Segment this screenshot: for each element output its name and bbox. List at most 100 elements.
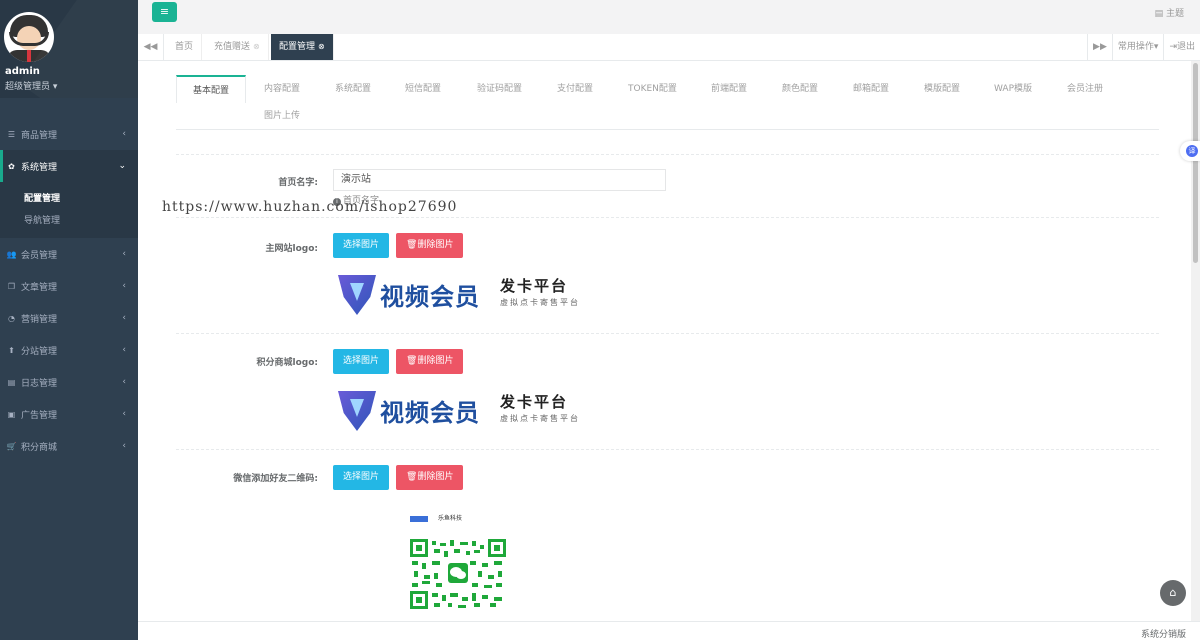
watermark-text: https://www.huzhan.com/ishop27690 (162, 199, 458, 215)
subtab-email[interactable]: 邮箱配置 (853, 75, 889, 103)
section-divider (176, 449, 1159, 450)
company-logo-icon (410, 515, 428, 522)
tab-config-management[interactable]: 配置管理 ⊗ (271, 34, 334, 60)
main-logo-label: 主网站logo: (265, 244, 319, 254)
chevron-left-icon: ‹ (122, 281, 126, 291)
logout-label: 退出 (1176, 42, 1195, 52)
subtab-token[interactable]: TOKEN配置 (628, 75, 677, 103)
sidebar-item-marketing[interactable]: ◔ 营销管理 ‹ (0, 302, 138, 334)
close-icon[interactable]: ⊗ (318, 34, 325, 60)
avatar[interactable] (4, 12, 54, 62)
subtab-captcha[interactable]: 验证码配置 (477, 75, 522, 103)
sidebar-submenu: 配置管理 导航管理 (0, 182, 138, 238)
sidebar-item-ads[interactable]: ▣ 广告管理 ‹ (0, 398, 138, 430)
button-label: 删除图片 (417, 356, 454, 366)
points-logo-delete-button[interactable]: 🗑删除图片 (396, 349, 464, 374)
subtab-frontend[interactable]: 前端配置 (711, 75, 747, 103)
translate-widget[interactable]: 译 (1180, 141, 1200, 161)
caret-down-icon: ▾ (52, 82, 58, 92)
subtab-system[interactable]: 系统配置 (335, 75, 371, 103)
user-name: admin (5, 66, 40, 77)
sidebar-subitem-nav[interactable]: 导航管理 (0, 210, 138, 232)
tab-home[interactable]: 首页 (167, 34, 203, 60)
subtab-sms[interactable]: 短信配置 (405, 75, 441, 103)
profile-panel: admin 超级管理员 ▾ (0, 0, 138, 98)
wechat-qr-select-button[interactable]: 选择图片 (333, 465, 390, 490)
pie-chart-icon: ◔ (8, 313, 15, 323)
sidebar-item-articles[interactable]: ❐ 文章管理 ‹ (0, 270, 138, 302)
sidebar-item-label: 广告管理 (21, 410, 58, 421)
users-icon: 👥 (6, 249, 17, 259)
button-label: 删除图片 (417, 240, 454, 250)
points-logo-select-button[interactable]: 选择图片 (333, 349, 390, 374)
subtab-basic[interactable]: 基本配置 (176, 75, 247, 103)
theme-icon: ▤ (1154, 9, 1164, 19)
logo-shield-icon (338, 391, 376, 431)
sidebar-item-goods[interactable]: ☰ 商品管理 ‹ (0, 118, 138, 150)
subtab-templates[interactable]: 模版配置 (924, 75, 960, 103)
top-bar: ≡ ▤ 主题 (138, 0, 1200, 34)
logo-text-sub: 虚拟点卡寄售平台 (500, 298, 580, 307)
logo-text-sub: 虚拟点卡寄售平台 (500, 414, 580, 423)
button-label: 删除图片 (417, 472, 454, 482)
sidebar-item-logs[interactable]: ▤ 日志管理 ‹ (0, 366, 138, 398)
trash-icon: 🗑 (406, 356, 418, 366)
sidebar-item-label: 会员管理 (21, 250, 58, 261)
common-actions-dropdown[interactable]: 常用操作▾ (1111, 34, 1164, 60)
sidebar-item-substations[interactable]: ⬆ 分站管理 ‹ (0, 334, 138, 366)
logo-text-side: 发卡平台 (500, 393, 569, 411)
subtab-colors[interactable]: 颜色配置 (782, 75, 818, 103)
theme-button[interactable]: ▤ 主题 (1155, 6, 1184, 19)
sidebar-item-label: 营销管理 (21, 314, 58, 325)
qr-header: 乐鱼科技 (410, 513, 462, 522)
tabs-right-controls: ▶▶ 常用操作▾ ⇥退出 (1087, 34, 1200, 60)
close-icon[interactable]: ⊗ (253, 34, 260, 60)
list-icon: ☰ (7, 129, 16, 139)
user-role-dropdown[interactable]: 超级管理员 ▾ (5, 79, 57, 92)
logo-shield-icon (338, 275, 376, 315)
chevron-left-icon: ‹ (122, 249, 126, 259)
sidebar-item-label: 积分商城 (21, 442, 58, 453)
home-float-button[interactable]: ⌂ (1160, 580, 1186, 606)
section-divider (176, 333, 1159, 334)
sidebar-subitem-config[interactable]: 配置管理 (0, 188, 138, 210)
sidebar-menu: ☰ 商品管理 ‹ ✿ 系统管理 ⌄ 配置管理 导航管理 👥 会员管理 ‹ ❐ 文章管理 ‹ ◔ 营… (0, 118, 138, 462)
trash-icon: 🗑 (406, 240, 418, 250)
main-logo-delete-button[interactable]: 🗑删除图片 (396, 233, 464, 258)
sidebar-item-label: 商品管理 (21, 130, 58, 141)
subtab-member-register[interactable]: 会员注册 (1067, 75, 1103, 103)
site-name-input[interactable]: 演示站 (333, 169, 666, 191)
sidebar-item-members[interactable]: 👥 会员管理 ‹ (0, 238, 138, 270)
chevron-left-icon: ‹ (122, 377, 126, 387)
theme-label: 主题 (1165, 9, 1184, 19)
chevron-left-icon: ‹ (122, 409, 126, 419)
sidebar-item-label: 分站管理 (21, 346, 58, 357)
tabs-scroll-left-button[interactable]: ◀◀ (138, 34, 164, 60)
site-name-label: 首页名字: (278, 178, 318, 188)
sidebar-item-system[interactable]: ✿ 系统管理 ⌄ (0, 150, 138, 182)
chevron-left-icon: ‹ (122, 129, 126, 139)
file-icon: ▤ (7, 377, 16, 387)
subtab-payment[interactable]: 支付配置 (557, 75, 593, 103)
menu-toggle-button[interactable]: ≡ (152, 2, 177, 22)
main-logo-select-button[interactable]: 选择图片 (333, 233, 390, 258)
logo-text-main: 视频会员 (380, 283, 480, 311)
double-left-icon: ◀◀ (143, 42, 158, 52)
tabs-scroll-right-button[interactable]: ▶▶ (1087, 34, 1112, 60)
subtab-wap-template[interactable]: WAP模版 (994, 75, 1032, 103)
subtab-content[interactable]: 内容配置 (264, 75, 300, 103)
hamburger-icon: ≡ (159, 5, 170, 18)
user-role: 超级管理员 (5, 82, 51, 92)
wechat-qr-delete-button[interactable]: 🗑删除图片 (396, 465, 464, 490)
sidebar-item-points-mall[interactable]: 🛒 积分商城 ‹ (0, 430, 138, 462)
scrollbar-thumb[interactable] (1193, 63, 1198, 263)
logout-button[interactable]: ⇥退出 (1163, 34, 1200, 60)
main-logo-preview: 视频会员 发卡平台 虚拟点卡寄售平台 (338, 273, 588, 317)
sidebar-item-label: 日志管理 (21, 378, 58, 389)
translate-icon: 译 (1186, 145, 1198, 157)
tab-recharge-gift[interactable]: 充值赠送 ⊗ (206, 34, 269, 60)
sidebar: admin 超级管理员 ▾ ☰ 商品管理 ‹ ✿ 系统管理 ⌄ 配置管理 导航管理 👥 会… (0, 0, 138, 640)
trash-icon: 🗑 (406, 472, 418, 482)
chevron-left-icon: ‹ (122, 313, 126, 323)
subtab-image-upload[interactable]: 图片上传 (264, 102, 300, 130)
